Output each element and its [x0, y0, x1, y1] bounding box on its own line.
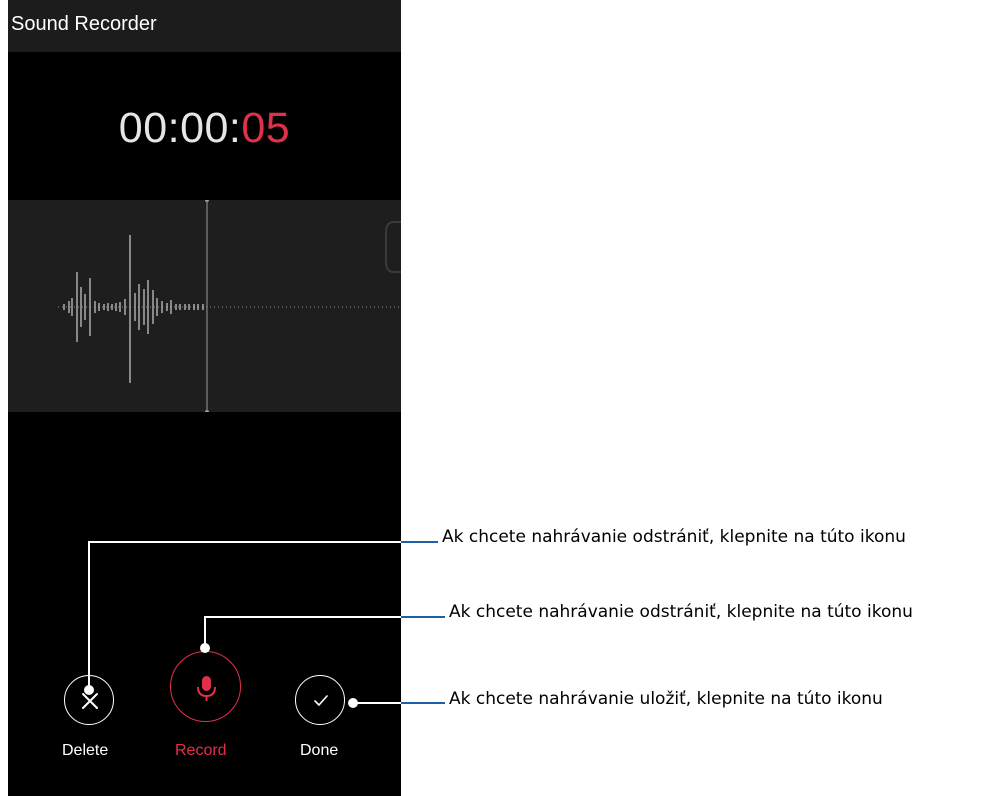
annotation-done: Ak chcete nahrávanie uložiť, klepnite na…: [449, 689, 883, 709]
annotation-record: Ak chcete nahrávanie odstrániť, klepnite…: [449, 602, 913, 622]
callout-lines: [84, 541, 445, 708]
annotation-delete: Ak chcete nahrávanie odstrániť, klepnite…: [442, 527, 906, 547]
